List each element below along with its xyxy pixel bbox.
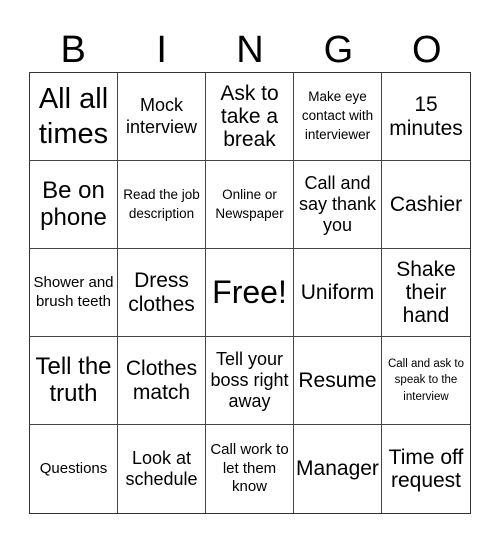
- bingo-cell-text: Mock interview: [125, 95, 198, 137]
- bingo-cell-text: Make eye contact with interviewer: [301, 89, 374, 142]
- bingo-cell-r2-c4[interactable]: Call and say thank you: [294, 161, 382, 249]
- header-letter-b: B: [60, 29, 86, 71]
- bingo-cell-text: Be on phone: [40, 176, 107, 231]
- bingo-cell-text: Dress clothes: [128, 269, 195, 316]
- bingo-cell-r1-c2[interactable]: Mock interview: [118, 73, 206, 161]
- bingo-cell-text: Time off request: [388, 445, 464, 492]
- bingo-cell-text: Shake their hand: [396, 257, 456, 328]
- bingo-cell-r5-c5[interactable]: Time off request: [382, 425, 470, 513]
- bingo-cell-text: Read the job description: [123, 186, 200, 221]
- bingo-cell-r1-c3[interactable]: Ask to take a break: [206, 73, 294, 161]
- bingo-cell-text: Online or Newspaper: [215, 186, 284, 221]
- free-space-cell[interactable]: Free!: [206, 249, 294, 337]
- bingo-cell-r3-c5[interactable]: Shake their hand: [382, 249, 470, 337]
- bingo-cell-text: Free!: [212, 273, 287, 310]
- bingo-cell-text: Manager: [296, 457, 379, 481]
- bingo-cell-r4-c2[interactable]: Clothes match: [118, 337, 206, 425]
- bingo-cell-r5-c2[interactable]: Look at schedule: [118, 425, 206, 513]
- bingo-cell-r4-c5[interactable]: Call and ask to speak to the interview: [382, 337, 470, 425]
- header-letter-g: G: [323, 29, 354, 71]
- header-letter-i: I: [156, 29, 167, 71]
- bingo-cell-text: Tell the truth: [35, 352, 112, 407]
- bingo-cell-text: 15 minutes: [389, 93, 463, 140]
- bingo-cell-r5-c3[interactable]: Call work to let them know: [206, 425, 294, 513]
- bingo-cell-r5-c1[interactable]: Questions: [30, 425, 118, 513]
- bingo-cell-text: Call work to let them know: [210, 440, 289, 496]
- bingo-cell-text: Questions: [39, 459, 108, 477]
- bingo-cell-text: Tell your boss right away: [210, 348, 289, 412]
- bingo-cell-r1-c5[interactable]: 15 minutes: [382, 73, 470, 161]
- bingo-cell-text: Shower and brush teeth: [33, 273, 114, 310]
- header-letter-o: O: [412, 29, 442, 71]
- bingo-cell-text: Uniform: [300, 280, 375, 304]
- bingo-cell-r2-c1[interactable]: Be on phone: [30, 161, 118, 249]
- bingo-cell-r4-c3[interactable]: Tell your boss right away: [206, 337, 294, 425]
- bingo-grid: All all times Mock interview Ask to take a…: [29, 72, 471, 514]
- bingo-header: B I N G O: [29, 28, 471, 72]
- bingo-cell-text: Call and say thank you: [298, 172, 377, 236]
- bingo-cell-r2-c2[interactable]: Read the job description: [118, 161, 206, 249]
- bingo-cell-r3-c2[interactable]: Dress clothes: [118, 249, 206, 337]
- bingo-cell-r2-c5[interactable]: Cashier: [382, 161, 470, 249]
- bingo-cell-r1-c4[interactable]: Make eye contact with interviewer: [294, 73, 382, 161]
- bingo-cell-r4-c4[interactable]: Resume: [294, 337, 382, 425]
- bingo-cell-text: Resume: [298, 368, 377, 392]
- bingo-cell-text: All all times: [38, 83, 109, 150]
- bingo-cell-text: Look at schedule: [125, 447, 198, 489]
- bingo-cell-r3-c1[interactable]: Shower and brush teeth: [30, 249, 118, 337]
- bingo-cell-text: Ask to take a break: [220, 81, 279, 152]
- bingo-cell-r1-c1[interactable]: All all times: [30, 73, 118, 161]
- header-letter-n: N: [236, 29, 264, 71]
- bingo-cell-text: Call and ask to speak to the interview: [387, 358, 465, 403]
- bingo-cell-r4-c1[interactable]: Tell the truth: [30, 337, 118, 425]
- bingo-cell-r5-c4[interactable]: Manager: [294, 425, 382, 513]
- bingo-cell-r3-c4[interactable]: Uniform: [294, 249, 382, 337]
- bingo-cell-text: Cashier: [389, 192, 463, 216]
- bingo-cell-text: Clothes match: [125, 357, 198, 404]
- bingo-cell-r2-c3[interactable]: Online or Newspaper: [206, 161, 294, 249]
